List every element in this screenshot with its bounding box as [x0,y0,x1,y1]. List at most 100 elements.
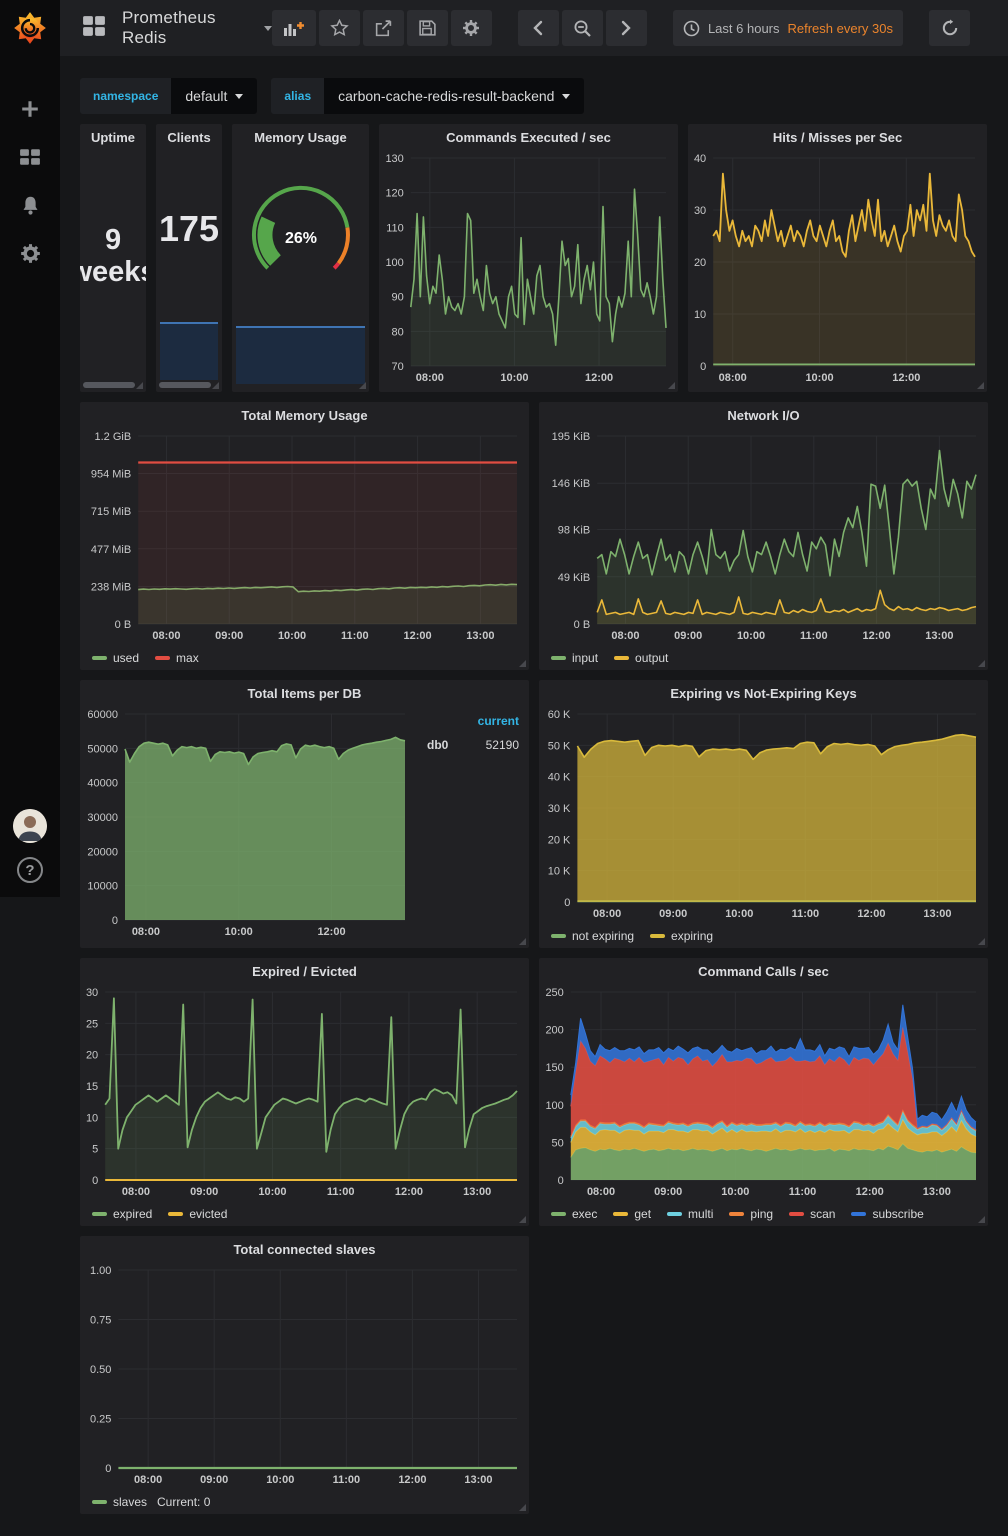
refresh-button[interactable] [929,10,970,46]
chevron-right-icon [620,20,632,36]
panel-title[interactable]: Clients [156,124,222,150]
resize-handle[interactable] [519,660,526,667]
resize-handle[interactable] [519,938,526,945]
legend-item-used[interactable]: used [92,651,139,665]
chevron-down-icon [562,94,570,99]
legend-item-get[interactable]: get [613,1207,651,1221]
horizontal-scrollbar[interactable] [159,382,211,388]
row-2: Total Memory Usage 0 B238 MiB477 MiB715 … [80,402,988,670]
time-back-button[interactable] [518,10,559,46]
legend-item-multi[interactable]: multi [667,1207,713,1221]
resize-handle[interactable] [668,382,675,389]
resize-handle[interactable] [212,382,219,389]
svg-text:10:00: 10:00 [725,908,753,920]
expiring-keys-chart-canvas[interactable]: 010 K20 K30 K40 K50 K60 K08:0009:0010:00… [539,706,988,922]
star-icon [330,19,349,37]
resize-handle[interactable] [359,382,366,389]
svg-text:120: 120 [385,188,403,200]
resize-handle[interactable] [978,1216,985,1223]
plus-icon [20,99,40,119]
star-dashboard-button[interactable] [319,10,360,46]
svg-text:20 K: 20 K [548,834,571,846]
namespace-variable: namespace default [80,78,257,114]
svg-text:13:00: 13:00 [466,630,494,642]
dashboard-settings-button[interactable] [451,10,492,46]
memory-gauge: 26% [232,154,369,304]
panel-title[interactable]: Network I/O [539,402,988,428]
share-dashboard-button[interactable] [363,10,404,46]
panel-title[interactable]: Expired / Evicted [80,958,529,984]
panel-title[interactable]: Total connected slaves [80,1236,529,1262]
legend-item-output[interactable]: output [614,651,668,665]
legend-current-value: 52190 [486,738,519,752]
legend-item-max[interactable]: max [155,651,199,665]
legend-item-expired[interactable]: expired [92,1207,152,1221]
commands-chart-canvas[interactable]: 70809010011012013008:0010:0012:00 [379,150,678,386]
expired-evicted-chart-canvas[interactable]: 05101520253008:0009:0010:0011:0012:0013:… [80,984,529,1200]
grafana-logo[interactable] [0,0,60,56]
time-range-label: Last 6 hours [708,21,780,36]
panel-title[interactable]: Commands Executed / sec [379,124,678,150]
legend-item-exec[interactable]: exec [551,1207,597,1221]
help-button[interactable]: ? [17,857,43,883]
svg-text:12:00: 12:00 [892,372,920,384]
legend-item-scan[interactable]: scan [789,1207,835,1221]
hits-misses-chart-canvas[interactable]: 01020304008:0010:0012:00 [688,150,987,386]
legend-item-db0[interactable]: db0 [421,738,448,752]
total-memory-chart-canvas[interactable]: 0 B238 MiB477 MiB715 MiB954 MiB1.2 GiB08… [80,428,529,644]
svg-text:0: 0 [112,915,118,927]
panel-title[interactable]: Memory Usage [232,124,369,150]
svg-text:80: 80 [392,326,404,338]
add-panel-button[interactable] [272,10,316,46]
panel-title[interactable]: Hits / Misses per Sec [688,124,987,150]
legend-item-slaves[interactable]: slavesCurrent: 0 [92,1495,210,1509]
resize-handle[interactable] [978,938,985,945]
total-items-chart-canvas[interactable]: 010000200003000040000500006000008:0010:0… [80,706,417,940]
svg-text:10 K: 10 K [548,866,571,878]
legend-item-expiring[interactable]: expiring [650,929,713,943]
svg-text:12:00: 12:00 [398,1474,426,1486]
alias-select[interactable]: carbon-cache-redis-result-backend [324,78,584,114]
series-marker [92,1212,107,1216]
slaves-chart-canvas[interactable]: 00.250.500.751.0008:0009:0010:0011:0012:… [80,1262,529,1488]
resize-handle[interactable] [519,1216,526,1223]
panel-total-items: Total Items per DB 010000200003000040000… [80,680,529,948]
svg-text:20: 20 [694,257,706,269]
alias-variable: alias carbon-cache-redis-result-backend [271,78,584,114]
panel-title[interactable]: Total Items per DB [80,680,529,706]
time-range-button[interactable]: Last 6 hours Refresh every 30s [673,10,903,46]
legend-item-ping[interactable]: ping [729,1207,773,1221]
namespace-select[interactable]: default [171,78,257,114]
horizontal-scrollbar[interactable] [83,382,135,388]
panel-title[interactable]: Expiring vs Not-Expiring Keys [539,680,988,706]
sidebar-alerting-button[interactable] [17,192,43,218]
panel-title[interactable]: Total Memory Usage [80,402,529,428]
resize-handle[interactable] [519,1504,526,1511]
dashboard-picker-icon[interactable] [82,15,106,42]
panel-title[interactable]: Command Calls / sec [539,958,988,984]
legend-item-subscribe[interactable]: subscribe [851,1207,923,1221]
svg-text:12:00: 12:00 [863,630,891,642]
sidebar-add-button[interactable] [17,96,43,122]
command-calls-chart-canvas[interactable]: 05010015020025008:0009:0010:0011:0012:00… [539,984,988,1200]
panel-total-memory: Total Memory Usage 0 B238 MiB477 MiB715 … [80,402,529,670]
save-dashboard-button[interactable] [407,10,448,46]
network-io-chart-canvas[interactable]: 0 B49 KiB98 KiB146 KiB195 KiB08:0009:001… [539,428,988,644]
legend-item-evicted[interactable]: evicted [168,1207,227,1221]
resize-handle[interactable] [978,660,985,667]
resize-handle[interactable] [136,382,143,389]
panel-title[interactable]: Uptime [80,124,146,150]
dashboard-title[interactable]: Prometheus Redis [122,8,256,48]
resize-handle[interactable] [977,382,984,389]
svg-text:12:00: 12:00 [395,1186,423,1198]
user-avatar[interactable] [13,809,47,843]
svg-text:40: 40 [694,153,706,165]
svg-text:238 MiB: 238 MiB [91,581,131,593]
time-forward-button[interactable] [606,10,647,46]
sidebar-settings-button[interactable] [17,240,43,266]
panel-connected-slaves: Total connected slaves 00.250.500.751.00… [80,1236,529,1514]
sidebar-dashboards-button[interactable] [17,144,43,170]
legend-item-input[interactable]: input [551,651,598,665]
legend-item-not-expiring[interactable]: not expiring [551,929,634,943]
zoom-out-button[interactable] [562,10,603,46]
